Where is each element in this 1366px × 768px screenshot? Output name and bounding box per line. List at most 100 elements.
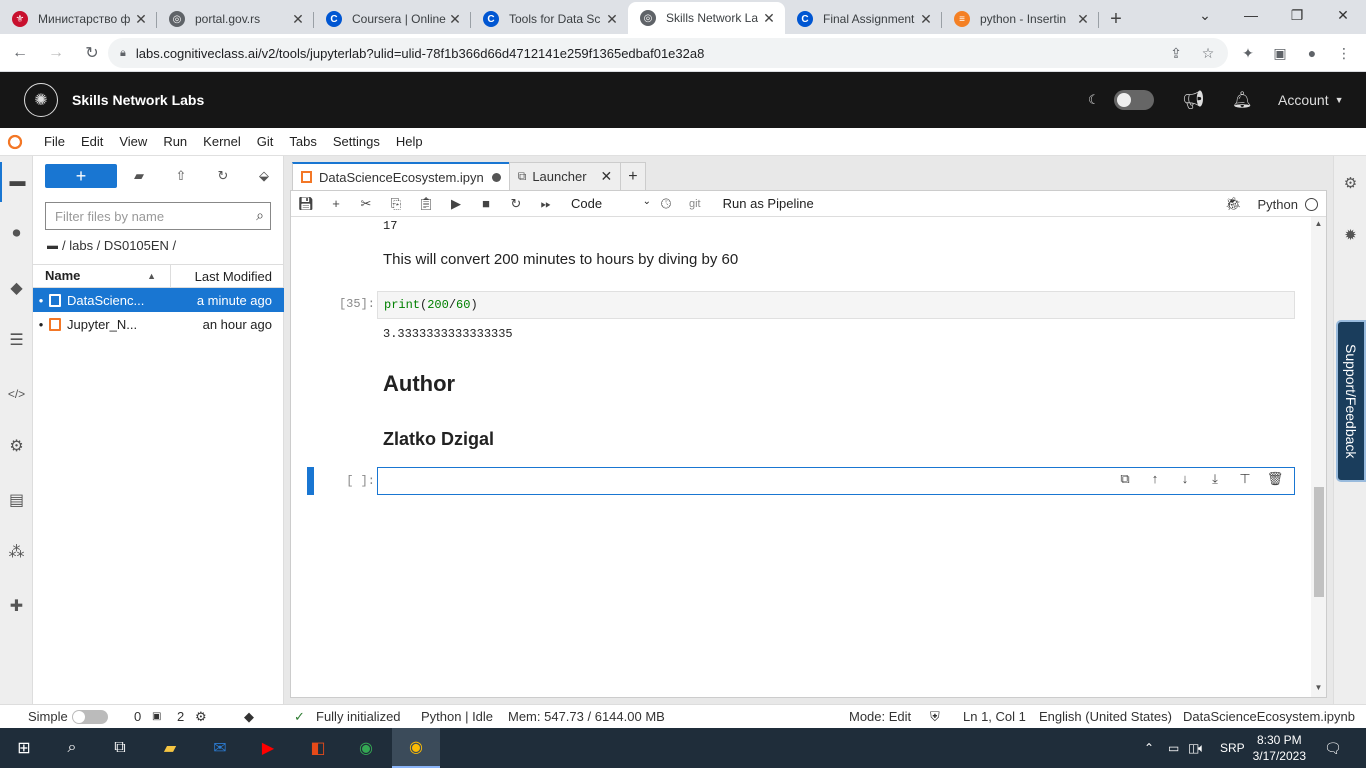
git-status-icon[interactable]: ◆: [244, 705, 254, 729]
close-icon[interactable]: ✕: [601, 168, 613, 185]
move-up-icon[interactable]: ↑: [1140, 471, 1170, 487]
run-as-pipeline-button[interactable]: Run as Pipeline: [723, 196, 814, 211]
simple-mode-toggle[interactable]: [72, 710, 108, 724]
move-down-icon[interactable]: ↓: [1170, 471, 1200, 487]
menu-run[interactable]: Run: [155, 128, 195, 156]
maximize-button[interactable]: ❐: [1274, 0, 1320, 30]
debugger-bug-icon[interactable]: ✹: [1334, 220, 1366, 250]
stop-icon[interactable]: ■: [471, 191, 501, 217]
minimize-button[interactable]: —: [1228, 0, 1274, 30]
new-folder-icon[interactable]: ▰: [126, 164, 152, 188]
cell-type-select[interactable]: Code ⌄: [571, 196, 651, 211]
markdown-heading-author[interactable]: Author: [383, 371, 455, 397]
clock-icon[interactable]: 🕓︎: [651, 191, 681, 217]
side-panel-icon[interactable]: ▣: [1266, 38, 1294, 68]
markdown-cell[interactable]: This will convert 200 minutes to hours b…: [383, 251, 738, 268]
browser-tab-coursera[interactable]: C Coursera | Online ✕: [314, 4, 471, 34]
insert-cell-icon[interactable]: +: [321, 191, 351, 217]
run-icon[interactable]: ▶: [441, 191, 471, 217]
bell-icon[interactable]: 🔔︎: [1232, 72, 1252, 128]
tab-search-chevron-icon[interactable]: ⌄: [1182, 0, 1228, 30]
folder-icon[interactable]: ▬: [0, 162, 33, 202]
profile-avatar-icon[interactable]: ●: [1298, 38, 1326, 68]
megaphone-icon[interactable]: 📢︎: [1182, 72, 1205, 128]
file-row[interactable]: ● Jupyter_N... an hour ago: [33, 312, 284, 336]
restart-icon[interactable]: ↻: [501, 191, 531, 217]
menu-edit[interactable]: Edit: [73, 128, 111, 156]
tab-launcher[interactable]: ⧉ Launcher ✕: [508, 162, 622, 190]
forward-arrow-icon[interactable]: →: [40, 37, 72, 69]
duplicate-cell-icon[interactable]: ⧉: [1110, 471, 1140, 487]
scroll-up-icon[interactable]: ▲: [1311, 219, 1326, 228]
refresh-icon[interactable]: ↻: [210, 164, 236, 188]
add-tab-button[interactable]: +: [620, 162, 646, 190]
terminal-count[interactable]: 0: [134, 705, 141, 729]
insert-above-icon[interactable]: ⤓: [1200, 471, 1230, 487]
support-feedback-button[interactable]: Support/Feedback: [1336, 320, 1366, 482]
browser-tab-final-assignment[interactable]: C Final Assignment ✕: [785, 4, 942, 34]
close-icon[interactable]: ✕: [761, 10, 777, 27]
git-icon[interactable]: ◆: [0, 268, 33, 308]
share-icon[interactable]: ⇪: [1162, 38, 1190, 68]
notification-icon[interactable]: 🗨︎: [1324, 728, 1342, 768]
system-clock[interactable]: 8:30 PM 3/17/2023: [1253, 732, 1306, 764]
code-cell-input[interactable]: print(200/60): [377, 291, 1295, 319]
language-indicator[interactable]: SRP: [1220, 728, 1245, 768]
browser-tab-skills-network[interactable]: ◎ Skills Network La ✕: [628, 2, 785, 34]
file-explorer-icon[interactable]: ▰: [146, 728, 194, 768]
task-view-icon[interactable]: ⧉: [96, 728, 144, 768]
column-name[interactable]: Name ▲: [33, 264, 171, 288]
reload-icon[interactable]: ↻: [76, 37, 108, 69]
chrome-active-icon[interactable]: ◉: [392, 728, 440, 768]
git-label[interactable]: git: [689, 198, 701, 210]
menu-git[interactable]: Git: [249, 128, 282, 156]
puzzle-icon[interactable]: ✚: [0, 586, 33, 626]
kernel-count[interactable]: 2: [177, 705, 184, 729]
search-icon[interactable]: ⌕: [48, 728, 96, 768]
upload-icon[interactable]: ⇧: [168, 164, 194, 188]
paste-icon[interactable]: 📋︎: [411, 191, 441, 217]
bookmark-star-icon[interactable]: ☆: [1194, 38, 1222, 68]
browser-tab-ministry[interactable]: ⚜ Министарство ф ✕: [0, 4, 157, 34]
close-window-button[interactable]: ✕: [1320, 0, 1366, 30]
new-launcher-button[interactable]: +: [45, 164, 117, 188]
extensions-icon[interactable]: ⁂: [0, 532, 33, 572]
menu-help[interactable]: Help: [388, 128, 431, 156]
dark-mode-toggle[interactable]: [1114, 90, 1154, 110]
account-menu[interactable]: Account ▼: [1278, 72, 1344, 128]
browser-tab-stackoverflow[interactable]: ≡ python - Insertin ✕: [942, 4, 1099, 34]
kernel-gear-icon[interactable]: ⚙: [195, 705, 207, 729]
empty-code-cell[interactable]: ⧉ ↑ ↓ ⤓ ⊤ 🗑︎: [377, 467, 1295, 495]
chrome-menu-icon[interactable]: ⋮: [1330, 38, 1358, 68]
menu-tabs[interactable]: Tabs: [281, 128, 324, 156]
filter-files-input[interactable]: [55, 208, 235, 224]
close-icon[interactable]: ✕: [290, 11, 306, 28]
tray-chevron-up-icon[interactable]: ⌃: [1144, 728, 1154, 768]
close-icon[interactable]: ✕: [447, 11, 463, 28]
terminal-icon[interactable]: ▣: [152, 705, 161, 729]
extensions-puzzle-icon[interactable]: ✦: [1234, 38, 1262, 68]
shield-icon[interactable]: ⛨: [930, 705, 940, 729]
menu-file[interactable]: File: [36, 128, 73, 156]
bug-icon[interactable]: 🐞︎: [1225, 196, 1242, 212]
close-icon[interactable]: ✕: [133, 11, 149, 28]
kernel-state[interactable]: Python | Idle: [421, 705, 493, 729]
menu-kernel[interactable]: Kernel: [195, 128, 249, 156]
back-arrow-icon[interactable]: ←: [4, 37, 36, 69]
unsaved-dot-icon[interactable]: [491, 172, 501, 182]
cut-icon[interactable]: ✂: [351, 191, 381, 217]
markdown-heading-name[interactable]: Zlatko Dzigal: [383, 429, 494, 450]
close-icon[interactable]: ✕: [918, 11, 934, 28]
battery-icon[interactable]: ▭: [1168, 728, 1179, 768]
property-inspector-icon[interactable]: ⚙: [0, 426, 33, 466]
browser-tab-tools[interactable]: C Tools for Data Sc ✕: [471, 4, 628, 34]
cursor-position[interactable]: Ln 1, Col 1: [963, 705, 1026, 729]
delete-cell-icon[interactable]: 🗑︎: [1260, 471, 1290, 487]
file-row[interactable]: ● DataScienc... a minute ago: [33, 288, 284, 312]
git-clone-icon[interactable]: ⬙: [251, 164, 277, 188]
scroll-down-icon[interactable]: ▼: [1311, 683, 1326, 692]
windows-start-icon[interactable]: ⊞: [0, 728, 48, 768]
toc-list-icon[interactable]: ☰: [0, 320, 33, 360]
code-icon[interactable]: </>: [0, 374, 33, 414]
close-icon[interactable]: ✕: [1075, 11, 1091, 28]
